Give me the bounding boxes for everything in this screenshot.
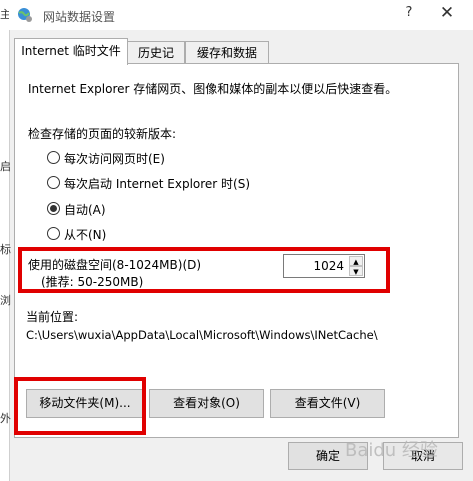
edge-fragment: 外 (0, 412, 11, 425)
view-files-button[interactable]: 查看文件(V) (270, 389, 385, 418)
radio-label[interactable]: 每次启动 Internet Explorer 时(S) (64, 175, 250, 192)
stepper-arrows: ▲ ▼ (349, 256, 363, 276)
disk-space-stepper[interactable]: 1024 ▲ ▼ (283, 254, 365, 278)
radio-every-start[interactable] (47, 176, 60, 189)
move-folder-button[interactable]: 移动文件夹(M)... (26, 389, 144, 418)
stepper-up-icon[interactable]: ▲ (349, 256, 363, 266)
radio-never[interactable] (47, 227, 60, 240)
disk-space-value[interactable]: 1024 (313, 259, 344, 273)
location-path: C:\Users\wuxia\AppData\Local\Microsoft\W… (26, 328, 378, 342)
disk-space-recommendation: (推荐: 50-250MB) (41, 275, 144, 289)
globe-settings-icon (18, 8, 32, 22)
tab-caches-databases[interactable]: 缓存和数据库 (185, 41, 269, 82)
edge-fragment: 浏 (0, 294, 11, 307)
tab-history[interactable]: 历史记录 (127, 41, 185, 82)
tab-temporary-files[interactable]: Internet 临时文件 (14, 38, 128, 65)
background-window-edge: 主 启 标 浏 外 (0, 0, 11, 481)
check-versions-label: 检查存储的页面的较新版本: (28, 127, 177, 141)
dialog-title: 网站数据设置 (43, 10, 116, 24)
disk-space-label: 使用的磁盘空间(8-1024MB)(D) (28, 258, 202, 272)
tab-panel: Internet Explorer 存储网页、图像和媒体的副本以便以后快速查看。… (14, 63, 459, 438)
radio-every-visit[interactable] (47, 151, 60, 164)
radio-label[interactable]: 从不(N) (64, 226, 106, 243)
close-button[interactable]: ✕ (437, 3, 457, 23)
help-button[interactable]: ? (401, 5, 417, 20)
watermark: Baidu 经验 (345, 440, 438, 461)
edge-fragment: 启 (0, 160, 11, 173)
view-objects-button[interactable]: 查看对象(O) (149, 389, 264, 418)
radio-label[interactable]: 每次访问网页时(E) (64, 150, 165, 167)
title-bar: 网站数据设置 ? ✕ (9, 0, 473, 30)
radio-automatic[interactable] (47, 202, 60, 215)
location-label: 当前位置: (26, 310, 79, 324)
radio-selected-dot (50, 205, 57, 212)
radio-label[interactable]: 自动(A) (64, 201, 106, 218)
stepper-down-icon[interactable]: ▼ (349, 266, 363, 276)
edge-fragment: 标 (0, 243, 11, 256)
description-text: Internet Explorer 存储网页、图像和媒体的副本以便以后快速查看。 (28, 82, 398, 96)
